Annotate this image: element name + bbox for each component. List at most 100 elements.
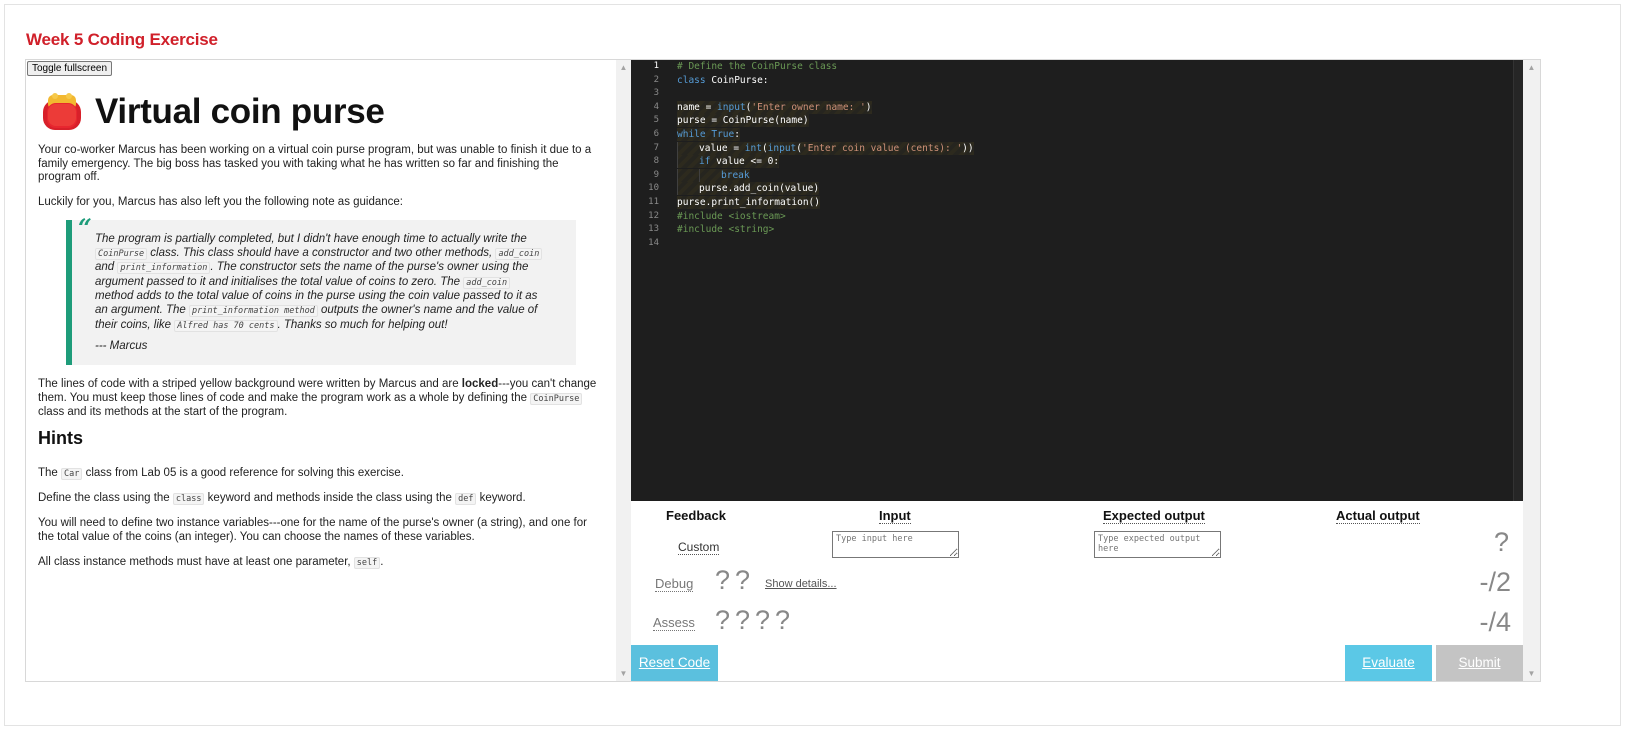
text-span: keyword and methods inside the class usi… — [204, 492, 456, 504]
scroll-up-arrow-icon[interactable]: ▲ — [1523, 63, 1540, 72]
text-span: class from Lab 05 is a good reference fo… — [82, 467, 404, 479]
line-number: 14 — [648, 237, 659, 248]
code-token: name = — [677, 101, 718, 113]
code-comment: #include <string> — [677, 224, 775, 236]
code-comment: # Define the CoinPurse class — [677, 61, 838, 72]
hints-heading: Hints — [38, 428, 83, 448]
line-number: 13 — [648, 224, 659, 235]
indent-guide — [677, 182, 699, 196]
text-span: The lines of code with a striped yellow … — [38, 378, 462, 390]
line-number: 8 — [653, 156, 659, 167]
submit-button[interactable]: Submit — [1436, 645, 1523, 681]
line-number: 9 — [653, 169, 659, 180]
line-number: 10 — [648, 183, 659, 194]
show-details-link[interactable]: Show details... — [765, 578, 837, 590]
code-example-output: Alfred has 70 cents — [174, 319, 278, 332]
code-car: Car — [61, 468, 83, 480]
code-token: )) — [962, 142, 974, 154]
line-number: 12 — [648, 210, 659, 221]
quote-mark-icon: “ — [78, 213, 92, 242]
line-number-gutter: 1 2 3 4 5 6 7 8 9 10 11 12 13 14 — [631, 60, 667, 501]
instructions-scrollbar[interactable]: ▲ ▼ — [616, 60, 631, 681]
custom-input-field[interactable] — [832, 531, 959, 558]
text-span: Define the class using the — [38, 492, 173, 504]
code-token: purse.add_coin(value) — [699, 183, 820, 195]
locked-code-line: while True: — [677, 128, 740, 141]
code-def: def — [455, 493, 477, 505]
text-span: keyword. — [476, 492, 526, 504]
scroll-down-arrow-icon[interactable]: ▼ — [1523, 669, 1540, 678]
exercise-heading: Virtual coin purse — [41, 92, 385, 132]
input-heading: Input — [879, 508, 911, 524]
line-number: 5 — [653, 115, 659, 126]
coin-purse-icon — [43, 93, 81, 130]
locked-code-line: value = int(input('Enter coin value (cen… — [677, 141, 974, 155]
indent-guide — [677, 155, 699, 169]
hint-item: You will need to define two instance var… — [38, 517, 587, 543]
quote-text: The program is partially completed, but … — [95, 233, 545, 333]
line-number: 11 — [648, 197, 659, 207]
line-number: 4 — [653, 101, 659, 112]
quote-span: and — [95, 261, 118, 274]
code-line[interactable]: #include <string> — [677, 223, 774, 236]
code-keyword: class — [677, 74, 706, 86]
code-print-information-method: print_information method — [188, 304, 318, 317]
line-number: 6 — [653, 129, 659, 139]
code-token: CoinPurse: — [705, 74, 769, 86]
text-span: class and its methods at the start of th… — [38, 406, 288, 418]
text-span: . — [380, 556, 384, 568]
code-builtin: input — [767, 142, 797, 154]
reset-code-button[interactable]: Reset Code — [631, 645, 718, 681]
code-self: self — [353, 557, 381, 569]
hint-item: All class instance methods must have at … — [38, 556, 603, 571]
code-line[interactable]: class CoinPurse: — [677, 74, 769, 87]
indent-guide — [677, 141, 699, 155]
locked-code-line: if value <= 0: — [677, 155, 780, 169]
debug-label: Debug — [655, 576, 694, 592]
locked-emphasis: locked — [461, 378, 499, 390]
code-string: 'Enter coin value (cents): ' — [802, 142, 963, 154]
code-keyword: while — [677, 129, 706, 140]
page-scrollbar[interactable]: ▲ ▼ — [1523, 60, 1540, 681]
intro-paragraph: Your co-worker Marcus has been working o… — [38, 144, 592, 183]
locked-code-line: break — [677, 168, 750, 182]
evaluate-button[interactable]: Evaluate — [1345, 645, 1432, 681]
code-keyword: break — [721, 169, 750, 181]
code-class: class — [172, 493, 205, 505]
editor-scrollbar[interactable] — [1513, 60, 1523, 501]
code-line[interactable]: #include <iostream> — [677, 210, 786, 223]
scroll-down-arrow-icon[interactable]: ▼ — [616, 669, 631, 678]
code-token: purse.print_information() — [677, 197, 820, 208]
locked-code-line: name = input('Enter owner name: ') — [677, 100, 872, 114]
line-number: 2 — [653, 74, 659, 85]
quote-span: class. This class should have a construc… — [147, 246, 496, 259]
debug-score: -/2 — [1479, 567, 1511, 597]
code-editor[interactable]: 1 2 3 4 5 6 7 8 9 10 11 12 13 14 # Defin… — [631, 60, 1523, 501]
code-add-coin: add_coin — [495, 247, 543, 260]
hint-item: Define the class using the class keyword… — [38, 492, 603, 507]
line-number: 1 — [653, 61, 659, 71]
scroll-up-arrow-icon[interactable]: ▲ — [616, 63, 631, 72]
assess-label: Assess — [653, 615, 695, 631]
code-line[interactable]: # Define the CoinPurse class — [677, 60, 837, 73]
code-token: value = — [699, 142, 745, 154]
workspace: Toggle fullscreen Virtual coin purse You… — [25, 59, 1541, 682]
code-coinpurse: CoinPurse — [530, 392, 583, 405]
assess-score: -/4 — [1479, 607, 1511, 637]
code-coinpurse: CoinPurse — [95, 247, 148, 260]
toggle-fullscreen-button[interactable]: Toggle fullscreen — [27, 61, 113, 76]
quote-span: . Thanks so much for helping out! — [277, 318, 448, 331]
text-span: The — [38, 467, 62, 479]
expected-output-field[interactable] — [1094, 531, 1221, 558]
indent-guide — [677, 168, 699, 182]
locked-code-line: purse.print_information() — [677, 196, 820, 209]
code-print-information: print_information — [117, 262, 211, 275]
assess-result-marks: ???? — [715, 605, 796, 635]
page-heading: Virtual coin purse — [95, 92, 385, 132]
code-token: purse = CoinPurse(name) — [677, 115, 809, 127]
instructions-pane: Toggle fullscreen Virtual coin purse You… — [26, 60, 616, 681]
indent-guide — [699, 168, 721, 182]
code-token: value <= 0: — [710, 156, 780, 168]
custom-result: ? — [1493, 527, 1509, 557]
locked-lines-paragraph: The lines of code with a striped yellow … — [38, 378, 603, 420]
